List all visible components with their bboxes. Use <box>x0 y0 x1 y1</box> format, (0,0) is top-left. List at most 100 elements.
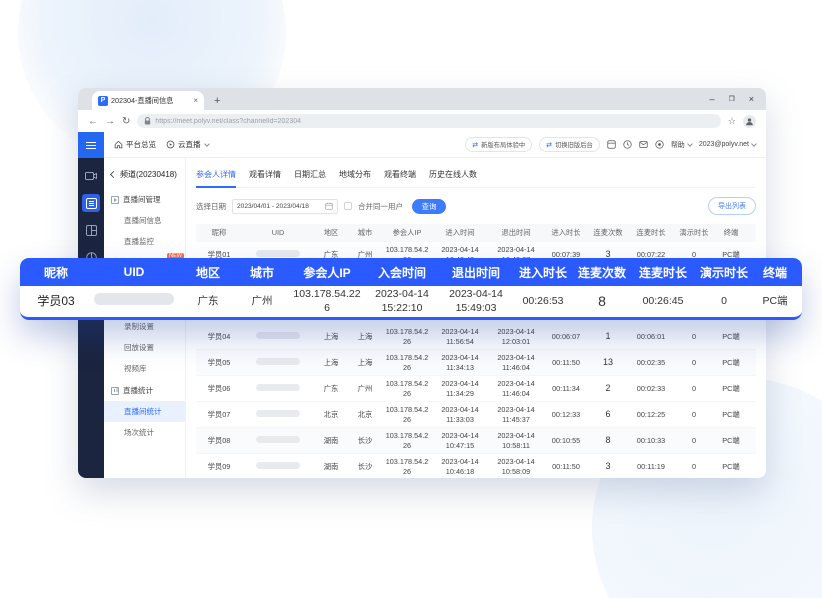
export-list-button[interactable]: 导出列表 <box>708 197 756 215</box>
close-button[interactable]: × <box>749 94 754 104</box>
cell-city: 上海 <box>348 358 382 367</box>
callout-column-header: 连麦次数 <box>573 264 631 281</box>
live-manage-icon <box>111 196 119 204</box>
mail-icon[interactable] <box>639 140 648 149</box>
cell-duration: 00:10:55 <box>544 436 588 445</box>
cell-exit: 2023-04-14 10:58:11 <box>488 431 544 449</box>
browser-tab-strip: P 202304-直播间信息 × + – ❐ × <box>78 88 766 110</box>
sidebar-item-场次统计[interactable]: 场次统计 <box>104 422 185 443</box>
callout-data-row: 学员03广东广州103.178.54.2262023-04-14 15:22:1… <box>20 286 802 320</box>
list-icon <box>86 198 97 209</box>
callout-column-header: 地区 <box>181 264 235 281</box>
profile-avatar[interactable] <box>743 115 756 128</box>
cell-present: 0 <box>674 410 714 419</box>
rail-layout-button[interactable] <box>82 221 100 239</box>
sidebar-group-直播间管理[interactable]: 直播间管理 <box>104 188 185 210</box>
minimize-button[interactable]: – <box>709 94 714 104</box>
hamburger-icon <box>86 142 96 149</box>
sidebar-item-直播间信息[interactable]: 直播间信息 <box>104 210 185 231</box>
browser-tab[interactable]: P 202304-直播间信息 × <box>92 91 204 110</box>
person-icon <box>745 117 754 126</box>
callout-column-header: UID <box>87 265 181 279</box>
cell-ip: 103.178.54.226 <box>382 431 432 449</box>
tab-参会人详情[interactable]: 参会人详情 <box>196 169 236 180</box>
cell-city: 北京 <box>348 410 382 419</box>
sidebar-item-直播间统计[interactable]: 直播间统计 <box>104 401 185 422</box>
cell-exit: 2023-04-14 10:58:09 <box>488 457 544 475</box>
cell-region: 广东 <box>314 384 348 393</box>
cell-terminal: PC端 <box>714 410 748 419</box>
merge-user-checkbox[interactable] <box>344 202 352 210</box>
sidebar-item-视频库[interactable]: 视频库 <box>104 358 185 379</box>
callout-column-header: 入会时间 <box>365 264 439 281</box>
callout-column-header: 昵称 <box>25 264 87 281</box>
bookmark-star-icon[interactable]: ☆ <box>728 116 736 127</box>
cell-present: 0 <box>674 332 714 341</box>
detail-tabs: 参会人详情 观看详情 日期汇总 地域分布 观看终端 历史在线人数 <box>196 164 756 188</box>
callout-header-row: 昵称UID地区城市参会人IP入会时间退出时间进入时长连麦次数连麦时长演示时长终端 <box>20 258 802 286</box>
sidebar-group-直播统计[interactable]: 直播统计 <box>104 379 185 401</box>
cell-mic_duration: 00:12:25 <box>628 410 674 419</box>
column-header: 终端 <box>714 228 748 237</box>
cell-exit: 2023-04-14 11:46:04 <box>488 379 544 397</box>
cell-mic_count: 6 <box>588 409 628 420</box>
clock-icon[interactable] <box>623 140 632 149</box>
rail-list-button[interactable] <box>82 194 100 212</box>
rail-camera-button[interactable] <box>82 167 100 185</box>
search-button[interactable]: 查询 <box>412 199 446 214</box>
new-tab-button[interactable]: + <box>214 95 220 107</box>
sidebar-item-回放设置[interactable]: 回放设置 <box>104 337 185 358</box>
maximize-button[interactable]: ❐ <box>728 95 734 103</box>
cell-name: 学员05 <box>196 358 242 367</box>
cell-duration: 00:06:07 <box>544 332 588 341</box>
callout-column-header: 终端 <box>753 264 797 281</box>
nav-cloud-live[interactable]: 云直播 <box>166 139 209 150</box>
switch-old-version-pill[interactable]: ⇄切换旧版后台 <box>539 137 600 152</box>
channel-header[interactable]: 频道(20230418) <box>104 164 185 188</box>
address-bar[interactable]: https://meet.polyv.net/class?channelId=2… <box>137 114 721 128</box>
tab-观看终端[interactable]: 观看终端 <box>384 169 416 180</box>
callout-cell-terminal: PC端 <box>753 295 797 308</box>
cell-mic_duration: 00:02:35 <box>628 358 674 367</box>
tab-close-icon[interactable]: × <box>193 96 198 105</box>
date-range-input[interactable]: 2023/04/01 - 2023/04/18 <box>232 199 338 214</box>
forward-icon[interactable]: → <box>105 116 115 127</box>
lock-icon <box>144 117 151 125</box>
cell-name: 学员06 <box>196 384 242 393</box>
back-icon[interactable]: ← <box>88 116 98 127</box>
tab-日期汇总[interactable]: 日期汇总 <box>294 169 326 180</box>
uid-redacted-pill <box>256 462 300 469</box>
tab-历史在线人数[interactable]: 历史在线人数 <box>429 169 477 180</box>
tab-观看详情[interactable]: 观看详情 <box>249 169 281 180</box>
column-header: UID <box>242 228 314 237</box>
nav-platform-overview[interactable]: 平台总览 <box>114 139 156 150</box>
cell-uid <box>242 462 314 471</box>
chevron-down-icon <box>204 141 210 147</box>
hamburger-menu-button[interactable] <box>78 132 104 158</box>
uid-redacted-pill <box>256 358 300 365</box>
cell-terminal: PC端 <box>714 358 748 367</box>
uid-redacted-pill <box>256 436 300 443</box>
date-filter-label: 选择日期 <box>196 201 226 212</box>
panel-icon[interactable] <box>607 140 616 149</box>
help-menu[interactable]: 帮助 <box>671 140 692 150</box>
calendar-icon <box>325 202 333 210</box>
cell-terminal: PC端 <box>714 384 748 393</box>
cell-name: 学员07 <box>196 410 242 419</box>
sidebar-item-直播监控[interactable]: 直播监控 <box>104 231 185 252</box>
reload-icon[interactable]: ↻ <box>122 116 130 127</box>
account-menu[interactable]: 2023@polyv.net <box>699 141 756 148</box>
cell-terminal: PC端 <box>714 332 748 341</box>
polyv-favicon-icon: P <box>98 96 108 106</box>
merge-user-label: 合并同一用户 <box>358 201 403 212</box>
cell-uid <box>242 332 314 341</box>
record-icon[interactable] <box>655 140 664 149</box>
trial-layout-pill[interactable]: ⇄新版布局体验中 <box>465 137 532 152</box>
tab-地域分布[interactable]: 地域分布 <box>339 169 371 180</box>
url-text: https://meet.polyv.net/class?channelId=2… <box>155 118 301 125</box>
cell-region: 上海 <box>314 332 348 341</box>
callout-column-header: 城市 <box>235 264 289 281</box>
cell-region: 上海 <box>314 358 348 367</box>
top-navigation: 平台总览 云直播 ⇄新版布局体验中 ⇄切换旧版后台 帮助 20 <box>104 132 766 158</box>
callout-cell-city: 广州 <box>235 295 289 308</box>
